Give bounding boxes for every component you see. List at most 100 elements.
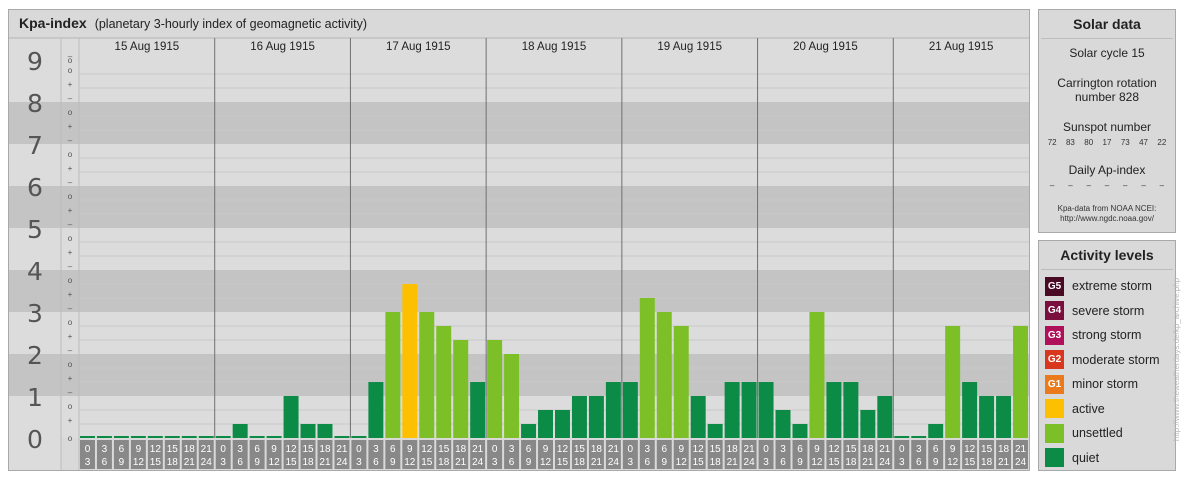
- interval-end-label: 21: [862, 457, 874, 468]
- interval-start-label: 6: [933, 444, 939, 455]
- kp-bar: [962, 382, 978, 438]
- kp-bar: [996, 396, 1012, 438]
- interval-start-label: 3: [645, 444, 651, 455]
- kp-bar: [639, 298, 655, 438]
- kp-bar: [979, 396, 995, 438]
- interval-end-label: 21: [591, 457, 603, 468]
- interval-start-label: 0: [356, 444, 362, 455]
- kp-bar: [588, 396, 604, 438]
- interval-end-label: 24: [201, 457, 213, 468]
- y-minor-tick-label: –: [68, 178, 73, 187]
- interval-start-label: 15: [574, 444, 586, 455]
- kp-band: [9, 186, 1029, 228]
- interval-end-label: 21: [998, 457, 1010, 468]
- activity-level-item: active: [1039, 397, 1175, 422]
- interval-start-label: 6: [390, 444, 396, 455]
- kp-bar: [622, 382, 638, 438]
- interval-start-label: 6: [797, 444, 803, 455]
- activity-level-label: unsettled: [1072, 426, 1123, 441]
- interval-end-label: 21: [455, 457, 467, 468]
- interval-end-label: 9: [119, 457, 125, 468]
- y-minor-tick-label: o: [68, 234, 73, 243]
- y-tick-label: 0: [27, 425, 43, 454]
- interval-start-label: 6: [254, 444, 260, 455]
- kp-bar: [266, 436, 282, 438]
- kp-bar: [249, 436, 265, 438]
- kp-bar: [911, 436, 927, 438]
- y-minor-tick-label: –: [68, 388, 73, 397]
- kp-bar: [521, 424, 537, 438]
- interval-end-label: 9: [661, 457, 667, 468]
- y-minor-tick-label: +: [68, 80, 73, 89]
- sunspot-value: 17: [1102, 138, 1112, 147]
- carrington-line-1: Carrington rotation: [1057, 76, 1157, 90]
- interval-end-label: 18: [981, 457, 993, 468]
- kpa-chart: 0123456789+o–+o–+o–+o–+o–+o–+o–+o–+o–oo1…: [9, 37, 1029, 470]
- kp-band: [9, 102, 1029, 144]
- kp-bar: [571, 396, 587, 438]
- interval-end-label: 15: [285, 457, 297, 468]
- interval-end-label: 12: [540, 457, 552, 468]
- interval-start-label: 0: [763, 444, 769, 455]
- interval-start-label: 18: [591, 444, 603, 455]
- kp-band: [9, 228, 1029, 270]
- interval-start-label: 3: [780, 444, 786, 455]
- kp-bar: [724, 382, 740, 438]
- interval-end-label: 18: [167, 457, 179, 468]
- interval-end-label: 9: [254, 457, 260, 468]
- interval-start-label: 12: [557, 444, 569, 455]
- interval-end-label: 15: [150, 457, 162, 468]
- kp-bar: [334, 436, 350, 438]
- y-tick-label: 9: [27, 47, 43, 76]
- kp-bar: [826, 382, 842, 438]
- kp-bar: [368, 382, 384, 438]
- y-minor-tick-label: o: [68, 360, 73, 369]
- kp-band: [9, 312, 1029, 354]
- kp-bar: [385, 312, 401, 438]
- interval-start-label: 18: [184, 444, 196, 455]
- kp-bar: [164, 436, 180, 438]
- activity-level-item: G2 moderate storm: [1039, 348, 1175, 373]
- interval-end-label: 18: [845, 457, 857, 468]
- sunspot-value: 47: [1139, 138, 1148, 147]
- kp-band: [9, 60, 1029, 102]
- interval-end-label: 15: [964, 457, 976, 468]
- y-minor-tick-label: –: [68, 304, 73, 313]
- interval-start-label: 18: [455, 444, 467, 455]
- y-minor-tick-label: +: [68, 122, 73, 131]
- kp-bar: [232, 424, 248, 438]
- kp-bar: [843, 382, 859, 438]
- interval-end-label: 3: [220, 457, 226, 468]
- interval-start-label: 12: [964, 444, 976, 455]
- interval-end-label: 12: [811, 457, 823, 468]
- y-tick-label: 2: [27, 341, 43, 370]
- interval-start-label: 12: [693, 444, 705, 455]
- y-tick-label: 6: [27, 173, 43, 202]
- interval-start-label: 21: [1015, 444, 1027, 455]
- interval-start-label: 18: [998, 444, 1010, 455]
- y-tick-label: 3: [27, 299, 43, 328]
- kp-bar: [147, 436, 163, 438]
- watermark-text: http://www.theweatherdays.de/kp_archive.…: [1172, 277, 1181, 442]
- credit-line-1: Kpa-data from NOAA NCEI:: [1057, 204, 1157, 213]
- y-tick-label: 7: [27, 131, 43, 160]
- sunspot-value: 73: [1120, 138, 1130, 147]
- y-minor-tick-label: o: [68, 150, 73, 159]
- activity-level-swatch: G3: [1045, 325, 1064, 345]
- y-minor-tick-label: –: [68, 346, 73, 355]
- kp-bar: [894, 436, 910, 438]
- activity-level-swatch: [1045, 423, 1064, 443]
- y-minor-tick-label: +: [68, 332, 73, 341]
- y-minor-tick-label: +: [68, 290, 73, 299]
- interval-end-label: 21: [184, 457, 196, 468]
- y-tick-label: 5: [27, 215, 43, 244]
- kp-bar: [96, 436, 112, 438]
- activity-level-label: minor storm: [1072, 377, 1138, 392]
- kp-bar: [673, 325, 689, 438]
- interval-start-label: 15: [167, 444, 179, 455]
- interval-end-label: 24: [879, 457, 891, 468]
- kp-bar: [945, 325, 961, 438]
- interval-start-label: 6: [526, 444, 532, 455]
- sunspot-value: 72: [1047, 138, 1057, 147]
- interval-start-label: 3: [916, 444, 922, 455]
